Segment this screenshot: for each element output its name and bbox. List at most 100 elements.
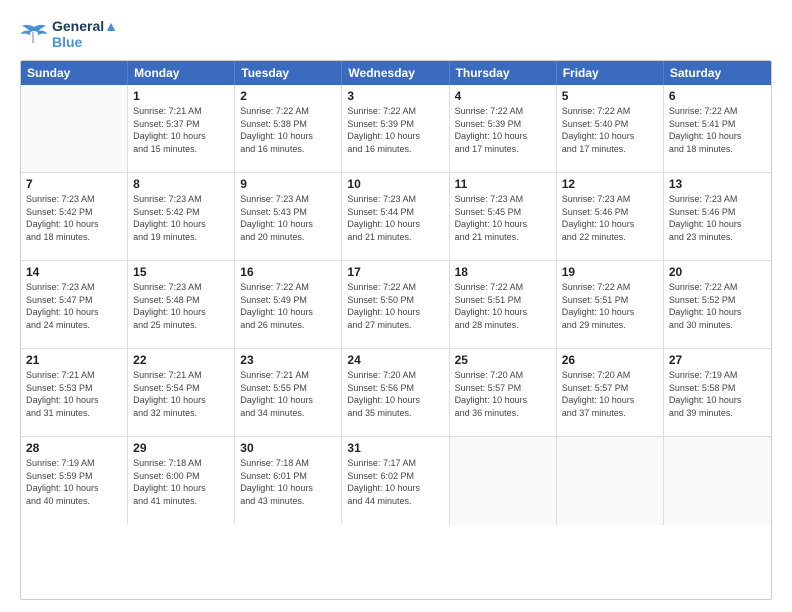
- calendar-cell: 29 Sunrise: 7:18 AMSunset: 6:00 PMDayligh…: [128, 437, 235, 525]
- day-info-line: Sunset: 5:52 PM: [669, 294, 766, 307]
- day-number: 25: [455, 353, 551, 367]
- day-info-line: Sunrise: 7:22 AM: [240, 281, 336, 294]
- logo-icon: [20, 23, 48, 45]
- day-info-line: Sunrise: 7:22 AM: [669, 105, 766, 118]
- day-number: 2: [240, 89, 336, 103]
- calendar-cell: 24Sunrise: 7:20 AMSunset: 5:56 PMDayligh…: [342, 349, 449, 436]
- day-number: 8: [133, 177, 229, 191]
- day-info-line: Daylight: 10 hours: [26, 218, 122, 231]
- day-info-line: and 28 minutes.: [455, 319, 551, 332]
- day-info-line: Sunrise: 7:23 AM: [347, 193, 443, 206]
- day-number: 26: [562, 353, 658, 367]
- day-info-line: Daylight: 10 hours: [133, 130, 229, 143]
- day-info-line: Sunrise: 7:22 AM: [562, 105, 658, 118]
- day-info-line: Sunset: 5:42 PM: [26, 206, 122, 219]
- day-info-line: Sunset: 6:00 PM: [133, 470, 229, 483]
- day-info-line: Sunrise: 7:18 AM: [240, 457, 336, 470]
- day-number: 29: [133, 441, 229, 455]
- day-number: 10: [347, 177, 443, 191]
- day-info-line: Sunset: 5:44 PM: [347, 206, 443, 219]
- day-number: 17: [347, 265, 443, 279]
- calendar-cell: [557, 437, 664, 525]
- calendar-cell: 6Sunrise: 7:22 AMSunset: 5:41 PMDaylight…: [664, 85, 771, 172]
- day-info-line: Sunrise: 7:22 AM: [455, 105, 551, 118]
- day-info-line: and 25 minutes.: [133, 319, 229, 332]
- day-info-line: Sunset: 6:02 PM: [347, 470, 443, 483]
- day-info-line: Daylight: 10 hours: [26, 394, 122, 407]
- calendar-cell: 12Sunrise: 7:23 AMSunset: 5:46 PMDayligh…: [557, 173, 664, 260]
- day-number: 15: [133, 265, 229, 279]
- day-info-line: Sunset: 5:38 PM: [240, 118, 336, 131]
- day-number: 16: [240, 265, 336, 279]
- calendar-header-friday: Friday: [557, 61, 664, 85]
- day-number: 14: [26, 265, 122, 279]
- day-info-line: Daylight: 10 hours: [347, 130, 443, 143]
- day-info-line: and 16 minutes.: [240, 143, 336, 156]
- calendar-cell: 7Sunrise: 7:23 AMSunset: 5:42 PMDaylight…: [21, 173, 128, 260]
- calendar-cell: 27Sunrise: 7:19 AMSunset: 5:58 PMDayligh…: [664, 349, 771, 436]
- day-info-line: and 20 minutes.: [240, 231, 336, 244]
- day-info-line: Sunset: 5:37 PM: [133, 118, 229, 131]
- day-info-line: Sunrise: 7:19 AM: [26, 457, 122, 470]
- calendar-cell: 22Sunrise: 7:21 AMSunset: 5:54 PMDayligh…: [128, 349, 235, 436]
- calendar-cell: 16 Sunrise: 7:22 AMSunset: 5:49 PMDayligh…: [235, 261, 342, 348]
- day-info-line: and 16 minutes.: [347, 143, 443, 156]
- day-number: 1: [133, 89, 229, 103]
- day-info-line: Sunset: 5:46 PM: [562, 206, 658, 219]
- calendar-cell: 1Sunrise: 7:21 AMSunset: 5:37 PMDaylight…: [128, 85, 235, 172]
- day-number: 7: [26, 177, 122, 191]
- day-number: 30: [240, 441, 336, 455]
- day-info-line: Daylight: 10 hours: [562, 394, 658, 407]
- day-info-line: Sunset: 5:39 PM: [347, 118, 443, 131]
- day-info-line: Sunrise: 7:23 AM: [26, 281, 122, 294]
- day-info-line: Daylight: 10 hours: [240, 306, 336, 319]
- calendar-cell: 18Sunrise: 7:22 AMSunset: 5:51 PMDayligh…: [450, 261, 557, 348]
- day-info-line: Sunrise: 7:22 AM: [562, 281, 658, 294]
- day-info-line: Sunrise: 7:23 AM: [562, 193, 658, 206]
- calendar-row-4: 21Sunrise: 7:21 AMSunset: 5:53 PMDayligh…: [21, 349, 771, 437]
- day-info-line: Sunrise: 7:18 AM: [133, 457, 229, 470]
- calendar-cell: [21, 85, 128, 172]
- day-info-line: Daylight: 10 hours: [133, 482, 229, 495]
- day-info-line: Sunset: 5:43 PM: [240, 206, 336, 219]
- day-info-line: and 41 minutes.: [133, 495, 229, 508]
- calendar-header-wednesday: Wednesday: [342, 61, 449, 85]
- day-info-line: Daylight: 10 hours: [562, 306, 658, 319]
- day-info-line: Sunset: 6:01 PM: [240, 470, 336, 483]
- calendar-cell: 25Sunrise: 7:20 AMSunset: 5:57 PMDayligh…: [450, 349, 557, 436]
- calendar-header-thursday: Thursday: [450, 61, 557, 85]
- calendar-cell: 13Sunrise: 7:23 AMSunset: 5:46 PMDayligh…: [664, 173, 771, 260]
- day-info-line: Daylight: 10 hours: [562, 130, 658, 143]
- calendar-cell: 30 Sunrise: 7:18 AMSunset: 6:01 PMDayligh…: [235, 437, 342, 525]
- day-info-line: and 22 minutes.: [562, 231, 658, 244]
- day-info-line: Sunset: 5:50 PM: [347, 294, 443, 307]
- logo-text: General▲ Blue: [52, 18, 118, 50]
- day-info-line: Sunset: 5:48 PM: [133, 294, 229, 307]
- day-info-line: Daylight: 10 hours: [240, 482, 336, 495]
- calendar-cell: 9Sunrise: 7:23 AMSunset: 5:43 PMDaylight…: [235, 173, 342, 260]
- calendar-cell: 28Sunrise: 7:19 AMSunset: 5:59 PMDayligh…: [21, 437, 128, 525]
- calendar-cell: 10Sunrise: 7:23 AMSunset: 5:44 PMDayligh…: [342, 173, 449, 260]
- day-number: 18: [455, 265, 551, 279]
- day-info-line: Sunset: 5:57 PM: [562, 382, 658, 395]
- day-number: 9: [240, 177, 336, 191]
- calendar-cell: 2Sunrise: 7:22 AMSunset: 5:38 PMDaylight…: [235, 85, 342, 172]
- day-info-line: Daylight: 10 hours: [669, 394, 766, 407]
- calendar-cell: 26Sunrise: 7:20 AMSunset: 5:57 PMDayligh…: [557, 349, 664, 436]
- calendar-cell: 4Sunrise: 7:22 AMSunset: 5:39 PMDaylight…: [450, 85, 557, 172]
- calendar-header-row: SundayMondayTuesdayWednesdayThursdayFrid…: [21, 61, 771, 85]
- day-info-line: Sunrise: 7:22 AM: [347, 105, 443, 118]
- day-number: 13: [669, 177, 766, 191]
- day-info-line: Daylight: 10 hours: [455, 218, 551, 231]
- day-info-line: Sunset: 5:46 PM: [669, 206, 766, 219]
- logo: General▲ Blue: [20, 18, 118, 50]
- day-number: 19: [562, 265, 658, 279]
- day-info-line: and 39 minutes.: [669, 407, 766, 420]
- day-info-line: Sunset: 5:55 PM: [240, 382, 336, 395]
- day-info-line: Sunset: 5:49 PM: [240, 294, 336, 307]
- header: General▲ Blue: [20, 18, 772, 50]
- calendar-cell: 17Sunrise: 7:22 AMSunset: 5:50 PMDayligh…: [342, 261, 449, 348]
- day-info-line: Sunset: 5:51 PM: [455, 294, 551, 307]
- day-info-line: Daylight: 10 hours: [347, 482, 443, 495]
- day-info-line: Sunset: 5:47 PM: [26, 294, 122, 307]
